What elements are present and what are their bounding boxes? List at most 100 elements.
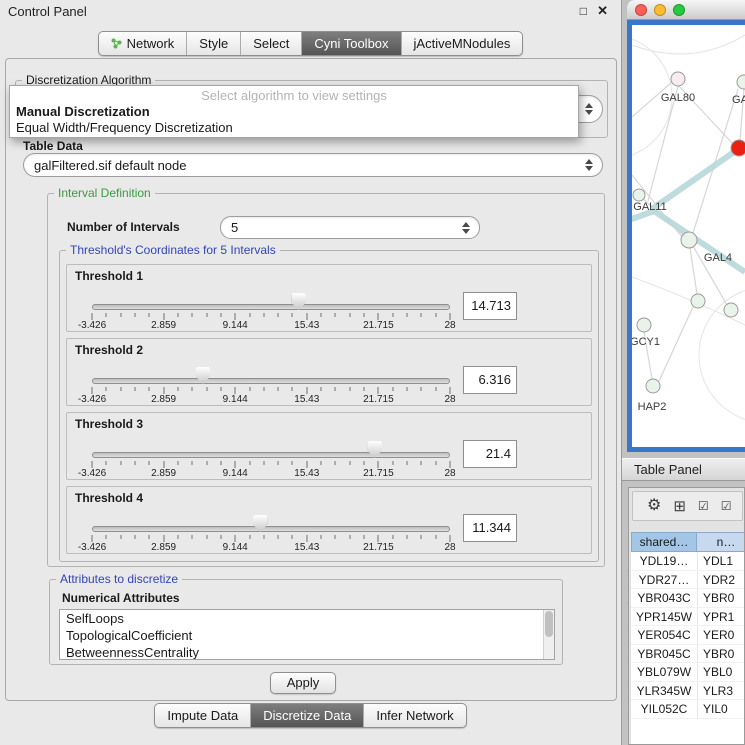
tab-discretize-data[interactable]: Discretize Data <box>250 704 363 727</box>
scale-label: 28 <box>444 468 455 479</box>
scale-label: 9.144 <box>223 394 248 405</box>
numerical-attributes-list[interactable]: SelfLoopsTopologicalCoefficientBetweenne… <box>59 609 555 660</box>
threshold-value-field[interactable]: 6.316 <box>463 366 517 394</box>
tick-mark <box>120 461 121 465</box>
scale-label: 28 <box>444 394 455 405</box>
scrollbar[interactable] <box>543 610 554 659</box>
tick-mark <box>378 535 379 542</box>
minimize-traffic-light[interactable] <box>654 4 666 16</box>
network-node <box>724 303 738 317</box>
network-node <box>731 140 745 156</box>
close-traffic-light[interactable] <box>635 4 647 16</box>
threshold-value-field[interactable]: 14.713 <box>463 292 517 320</box>
threshold-slider[interactable]: -3.4262.8599.14415.4321.71528 <box>92 487 450 553</box>
table-row[interactable]: YIL052CYIL0 <box>631 700 745 719</box>
table-cell: YER054C <box>631 626 697 644</box>
tick-mark <box>249 461 250 465</box>
table-row[interactable]: YER054CYER0 <box>631 626 745 645</box>
checkbox-icon[interactable]: ☑ <box>698 500 709 512</box>
table-row[interactable]: YDR27…YDR2 <box>631 571 745 590</box>
tab-jactivemnodules[interactable]: jActiveMNodules <box>401 32 523 55</box>
network-canvas[interactable]: GAL80GAGAL11GAL4GCY1HAP2 <box>632 25 745 447</box>
thresholds-group: Threshold's Coordinates for 5 Intervals … <box>59 250 599 562</box>
tick-mark <box>163 387 164 394</box>
tick-mark <box>306 461 307 468</box>
zoom-traffic-light[interactable] <box>673 4 685 16</box>
tick-mark <box>249 535 250 539</box>
close-icon[interactable]: ✕ <box>597 3 608 19</box>
algorithm-dropdown-popup: Select algorithm to view settings Manual… <box>9 85 579 138</box>
algorithm-option-manual-discretization[interactable]: Manual Discretization <box>10 104 578 120</box>
scale-label: 21.715 <box>363 542 394 553</box>
tab-style[interactable]: Style <box>186 32 240 55</box>
attribute-item[interactable]: SelfLoops <box>60 610 554 627</box>
tick-mark <box>364 313 365 317</box>
scale-label: 15.43 <box>294 394 319 405</box>
top-tab-control: NetworkStyle Select Cyni Toolbox jActiveMNo… <box>98 31 524 56</box>
network-graph: GAL80GAGAL11GAL4GCY1HAP2 <box>632 25 745 447</box>
table-cell: YPR145W <box>631 608 697 626</box>
attributes-to-discretize-group: Attributes to discretize Numerical Attri… <box>49 579 563 665</box>
threshold-slider[interactable]: -3.4262.8599.14415.4321.71528 <box>92 413 450 479</box>
cyni-toolbox-panel: Discretization Algorithm Select algorith… <box>5 58 617 701</box>
scrollbar-thumb[interactable] <box>545 611 553 637</box>
table-cell: YBR045C <box>631 645 697 663</box>
tab-cyni-toolbox[interactable]: Cyni Toolbox <box>301 32 400 55</box>
column-header-n[interactable]: n… <box>696 532 745 552</box>
tab-label: Select <box>253 36 289 51</box>
network-node <box>637 318 651 332</box>
table-panel-window: ⚙⊞☑☑ shared…n… YDL19…YDL1YDR27…YDR2YBR04… <box>628 487 745 745</box>
algorithm-option-equal-width-frequency-discretization[interactable]: Equal Width/Frequency Discretization <box>10 120 578 136</box>
float-icon[interactable]: □ <box>580 4 587 18</box>
number-of-intervals-select[interactable]: 5 <box>220 216 480 239</box>
tab-select[interactable]: Select <box>240 32 301 55</box>
gear-icon[interactable]: ⚙ <box>647 498 661 514</box>
tab-impute-data[interactable]: Impute Data <box>155 704 250 727</box>
table-cell: YLR3 <box>697 682 745 700</box>
tick-mark <box>392 461 393 465</box>
thresholds-group-title: Threshold's Coordinates for 5 Intervals <box>66 243 280 257</box>
table-row[interactable]: YPR145WYPR1 <box>631 608 745 627</box>
table-cell: YBR0 <box>697 589 745 607</box>
tick-mark <box>235 461 236 468</box>
tab-label: Cyni Toolbox <box>314 36 388 51</box>
edge-arc <box>632 35 745 54</box>
tick-mark <box>364 387 365 391</box>
threshold-slider[interactable]: -3.4262.8599.14415.4321.71528 <box>92 339 450 405</box>
table-row[interactable]: YBR045CYBR0 <box>631 645 745 664</box>
columns-icon[interactable]: ⊞ <box>673 499 686 514</box>
table-data-select[interactable]: galFiltered.sif default node <box>23 153 603 177</box>
tick-mark <box>149 535 150 539</box>
tick-mark <box>407 461 408 465</box>
table-row[interactable]: YLR345WYLR3 <box>631 682 745 701</box>
tab-network[interactable]: Network <box>99 32 187 55</box>
table-rows: YDL19…YDL1YDR27…YDR2YBR043CYBR0YPR145WYP… <box>631 552 745 744</box>
attribute-item[interactable]: BetweennessCentrality <box>60 644 554 660</box>
tick-mark <box>235 313 236 320</box>
table-row[interactable]: YBR043CYBR0 <box>631 589 745 608</box>
threshold-slider[interactable]: -3.4262.8599.14415.4321.71528 <box>92 265 450 331</box>
scale-label: 2.859 <box>151 320 176 331</box>
threshold-value-field[interactable]: 11.344 <box>463 514 517 542</box>
tick-mark <box>306 313 307 320</box>
window-title: Control Panel <box>8 4 87 19</box>
table-row[interactable]: YDL19…YDL1 <box>631 552 745 571</box>
table-cell: YDL19… <box>631 552 697 570</box>
tab-infer-network[interactable]: Infer Network <box>363 704 465 727</box>
tick-mark <box>392 313 393 317</box>
tick-mark <box>134 313 135 317</box>
tick-mark <box>206 461 207 465</box>
scale-label: 9.144 <box>223 320 248 331</box>
attribute-items: SelfLoopsTopologicalCoefficientBetweenne… <box>60 610 554 660</box>
right-column: GAL80GAGAL11GAL4GCY1HAP2 Table Panel ⚙⊞☑… <box>622 0 745 745</box>
threshold-4-group: Threshold 4-3.4262.8599.14415.4321.71528… <box>66 486 592 554</box>
tick-mark <box>263 461 264 465</box>
attribute-item[interactable]: TopologicalCoefficient <box>60 627 554 644</box>
checkbox-icon-2[interactable]: ☑ <box>721 500 732 512</box>
table-row[interactable]: YBL079WYBL0 <box>631 663 745 682</box>
apply-button[interactable]: Apply <box>270 672 336 694</box>
tick-mark <box>421 461 422 465</box>
tick-mark <box>92 313 93 320</box>
column-header-shared[interactable]: shared… <box>631 532 697 552</box>
threshold-value-field[interactable]: 21.4 <box>463 440 517 468</box>
